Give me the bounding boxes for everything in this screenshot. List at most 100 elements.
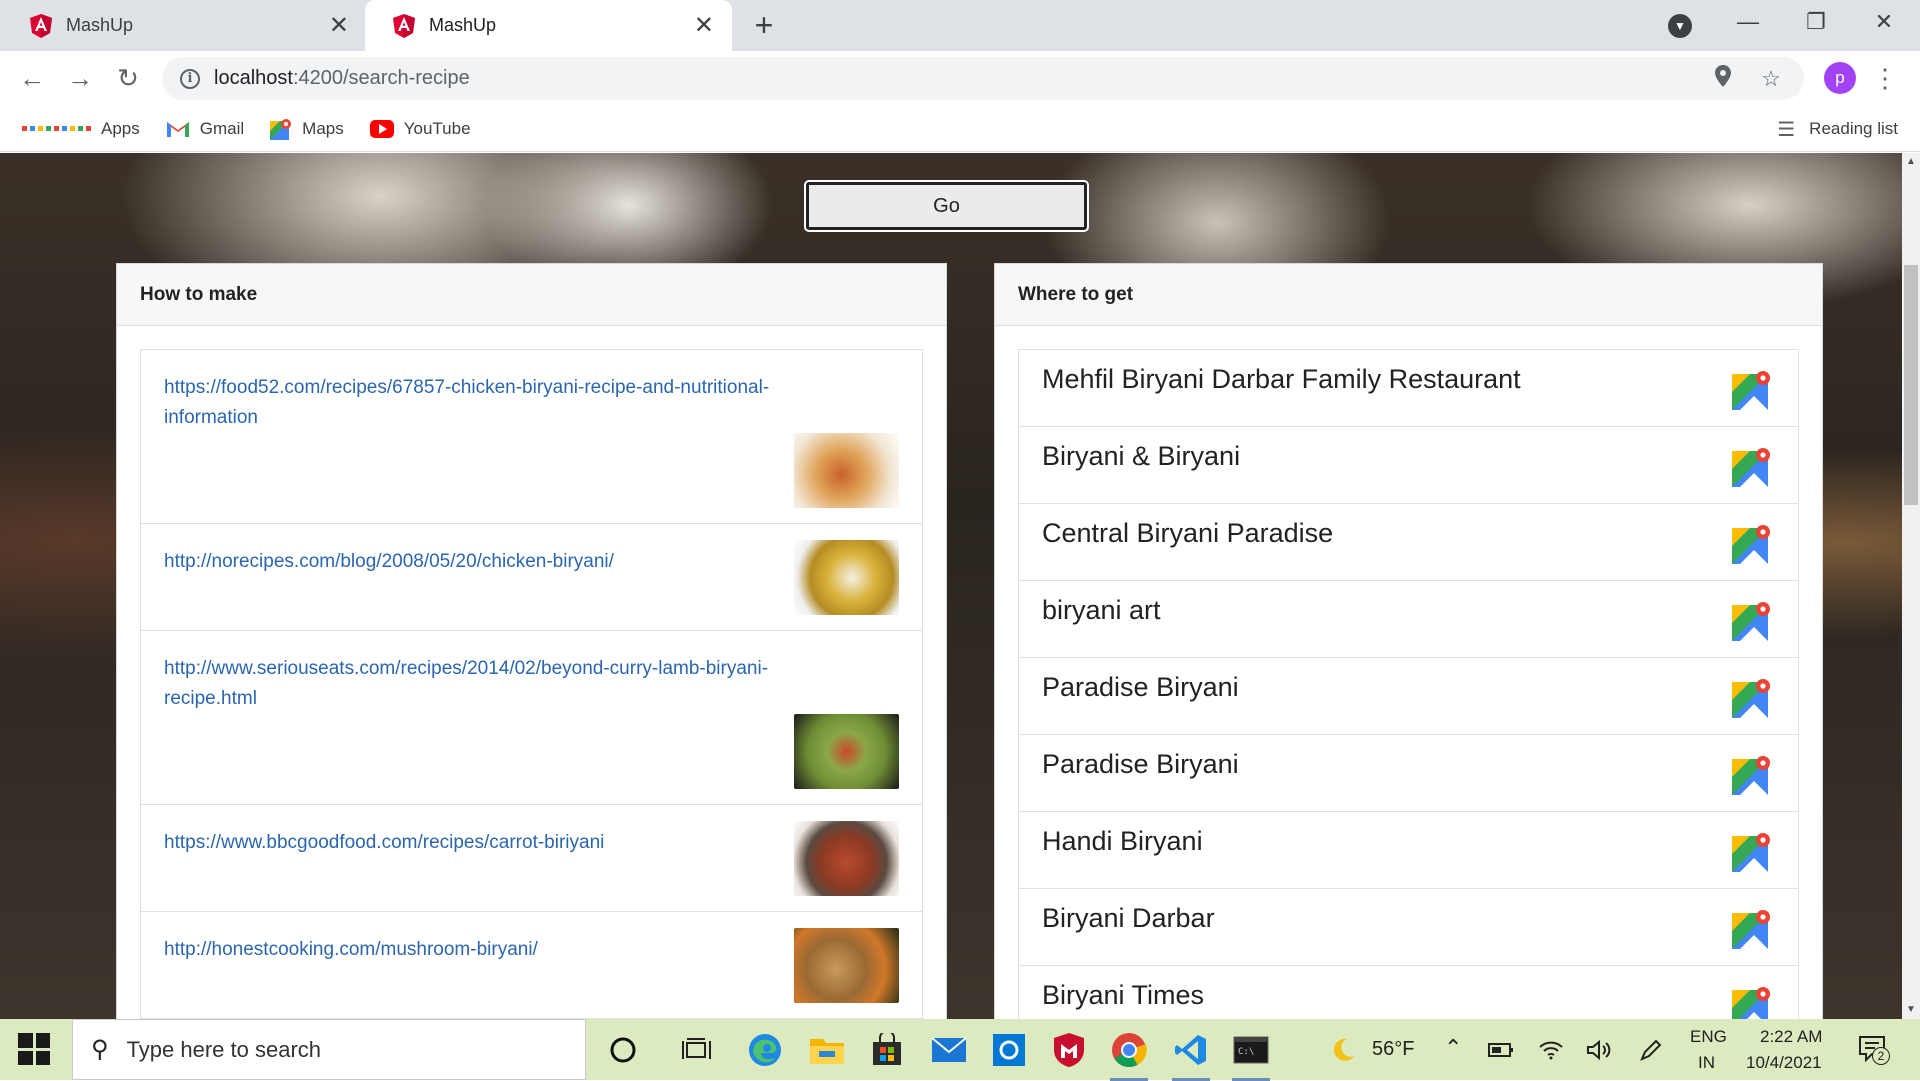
battery-icon[interactable] bbox=[1480, 1029, 1522, 1071]
maps-icon[interactable] bbox=[1732, 678, 1772, 718]
weather-moon-icon[interactable] bbox=[1322, 1029, 1364, 1071]
gmail-icon bbox=[166, 121, 189, 137]
bookmark-gmail[interactable]: Gmail bbox=[166, 119, 244, 139]
list-item[interactable]: Biryani Times bbox=[1019, 966, 1798, 1019]
list-item[interactable]: Mehfil Biryani Darbar Family Restaurant bbox=[1019, 350, 1798, 427]
notification-center-icon[interactable]: 2 bbox=[1858, 1035, 1890, 1065]
clock-time[interactable]: 2:22 AM bbox=[1760, 1027, 1822, 1047]
pen-icon[interactable] bbox=[1630, 1029, 1672, 1071]
maps-icon bbox=[270, 118, 292, 140]
volume-icon[interactable] bbox=[1578, 1029, 1620, 1071]
recipe-thumbnail[interactable] bbox=[794, 540, 899, 615]
maps-icon[interactable] bbox=[1732, 909, 1772, 949]
microsoft-store-icon[interactable] bbox=[866, 1029, 908, 1071]
url-text[interactable]: localhost:4200/search-recipe bbox=[214, 67, 1708, 90]
site-info-icon[interactable]: i bbox=[180, 68, 200, 89]
weather-temperature[interactable]: 56°F bbox=[1372, 1038, 1414, 1061]
bookmark-star-icon[interactable]: ☆ bbox=[1756, 66, 1786, 92]
clock-date[interactable]: 10/4/2021 bbox=[1746, 1053, 1822, 1073]
recipe-link[interactable]: https://food52.com/recipes/67857-chicken… bbox=[164, 373, 782, 433]
mail-icon[interactable] bbox=[928, 1029, 970, 1071]
scroll-down-arrow-icon[interactable]: ▼ bbox=[1902, 1001, 1920, 1019]
vscode-icon[interactable] bbox=[1170, 1029, 1212, 1081]
restore-button[interactable]: ❐ bbox=[1786, 0, 1846, 44]
scroll-up-arrow-icon[interactable]: ▲ bbox=[1902, 153, 1920, 171]
back-arrow-icon[interactable]: ← bbox=[14, 60, 50, 96]
recipe-thumbnail[interactable] bbox=[794, 928, 899, 1003]
cortana-icon[interactable] bbox=[602, 1029, 644, 1071]
close-window-button[interactable]: ✕ bbox=[1854, 0, 1914, 44]
tab-close-icon[interactable]: ✕ bbox=[694, 11, 714, 40]
tab-mashup-1[interactable]: MashUp ✕ bbox=[2, 0, 367, 51]
bookmark-maps[interactable]: Maps bbox=[270, 118, 344, 140]
wifi-icon[interactable] bbox=[1530, 1029, 1572, 1071]
tab-search-icon[interactable]: ▼ bbox=[1668, 14, 1692, 38]
task-view-icon[interactable] bbox=[676, 1029, 718, 1071]
page-scrollbar[interactable]: ▲ ▼ bbox=[1902, 153, 1920, 1019]
list-item[interactable]: Paradise Biryani bbox=[1019, 735, 1798, 812]
list-item[interactable]: Central Biryani Paradise bbox=[1019, 504, 1798, 581]
chrome-icon[interactable] bbox=[1108, 1029, 1150, 1081]
list-item: http://norecipes.com/blog/2008/05/20/chi… bbox=[141, 524, 922, 631]
recipe-thumbnail[interactable] bbox=[794, 714, 899, 789]
tab-close-icon[interactable]: ✕ bbox=[329, 11, 349, 40]
recipe-thumbnail[interactable] bbox=[794, 821, 899, 896]
profile-avatar[interactable]: p bbox=[1824, 62, 1856, 94]
tray-chevron-up-icon[interactable]: ⌃ bbox=[1444, 1035, 1462, 1061]
minimize-button[interactable]: — bbox=[1718, 0, 1778, 44]
maps-icon[interactable] bbox=[1732, 447, 1772, 487]
place-name: Biryani & Biryani bbox=[1042, 441, 1241, 471]
location-pin-icon[interactable] bbox=[1708, 64, 1738, 93]
list-item[interactable]: Biryani Darbar bbox=[1019, 889, 1798, 966]
where-to-get-card: Where to get Mehfil Biryani Darbar Famil… bbox=[994, 263, 1823, 1019]
edge-browser-icon[interactable] bbox=[744, 1029, 786, 1071]
bookmark-label: YouTube bbox=[403, 118, 471, 138]
bookmark-label: Apps bbox=[101, 118, 140, 138]
reload-icon[interactable]: ↻ bbox=[110, 60, 146, 96]
recipe-link[interactable]: https://www.bbcgoodfood.com/recipes/carr… bbox=[164, 828, 782, 858]
place-name: Central Biryani Paradise bbox=[1042, 518, 1334, 548]
mcafee-icon[interactable] bbox=[1048, 1029, 1090, 1071]
bookmark-youtube[interactable]: YouTube bbox=[369, 118, 471, 139]
list-item[interactable]: biryani art bbox=[1019, 581, 1798, 658]
windows-start-icon[interactable] bbox=[18, 1033, 50, 1065]
outlook-icon[interactable] bbox=[988, 1029, 1030, 1071]
list-item[interactable]: Handi Biryani bbox=[1019, 812, 1798, 889]
address-bar[interactable]: i localhost:4200/search-recipe ☆ bbox=[162, 57, 1804, 100]
maps-icon[interactable] bbox=[1732, 755, 1772, 795]
new-tab-button[interactable]: + bbox=[748, 7, 780, 43]
recipe-link[interactable]: http://honestcooking.com/mushroom-biryan… bbox=[164, 935, 782, 965]
recipe-thumbnail[interactable] bbox=[794, 433, 899, 508]
terminal-icon[interactable]: C:\ bbox=[1230, 1029, 1272, 1081]
maps-icon[interactable] bbox=[1732, 832, 1772, 872]
how-to-make-card: How to make https://food52.com/recipes/6… bbox=[116, 263, 947, 1019]
windows-taskbar: ⚲ Type here to search C:\ 56°F ⌃ ENG IN … bbox=[0, 1019, 1920, 1081]
list-item[interactable]: Biryani & Biryani bbox=[1019, 427, 1798, 504]
maps-icon[interactable] bbox=[1732, 601, 1772, 641]
maps-icon[interactable] bbox=[1732, 524, 1772, 564]
menu-kebab-icon[interactable]: ⋮ bbox=[1872, 61, 1898, 95]
reading-list-icon: ☰ bbox=[1777, 118, 1796, 141]
list-item[interactable]: Paradise Biryani bbox=[1019, 658, 1798, 735]
list-item: https://www.bbcgoodfood.com/recipes/carr… bbox=[141, 805, 922, 912]
youtube-icon bbox=[369, 119, 394, 138]
place-name: Mehfil Biryani Darbar Family Restaurant bbox=[1042, 364, 1521, 394]
region-indicator[interactable]: IN bbox=[1698, 1053, 1715, 1073]
tab-title: MashUp bbox=[66, 15, 134, 35]
taskbar-search-box[interactable]: ⚲ Type here to search bbox=[72, 1019, 586, 1080]
file-explorer-icon[interactable] bbox=[806, 1029, 848, 1071]
bookmark-apps[interactable]: Apps bbox=[22, 119, 140, 139]
language-indicator[interactable]: ENG bbox=[1690, 1027, 1727, 1047]
recipe-link[interactable]: http://www.seriouseats.com/recipes/2014/… bbox=[164, 654, 782, 714]
reading-list-button[interactable]: ☰ Reading list bbox=[1777, 106, 1898, 152]
page-viewport: Go How to make https://food52.com/recipe… bbox=[0, 153, 1902, 1019]
recipe-link[interactable]: http://norecipes.com/blog/2008/05/20/chi… bbox=[164, 547, 782, 577]
list-item: http://www.seriouseats.com/recipes/2014/… bbox=[141, 631, 922, 805]
tab-mashup-2[interactable]: MashUp ✕ bbox=[365, 0, 732, 51]
scroll-thumb[interactable] bbox=[1904, 265, 1918, 505]
go-button[interactable]: Go bbox=[806, 182, 1087, 230]
forward-arrow-icon[interactable]: → bbox=[62, 60, 98, 96]
notification-count-badge: 2 bbox=[1872, 1047, 1890, 1065]
maps-icon[interactable] bbox=[1732, 370, 1772, 410]
maps-icon[interactable] bbox=[1732, 986, 1772, 1019]
